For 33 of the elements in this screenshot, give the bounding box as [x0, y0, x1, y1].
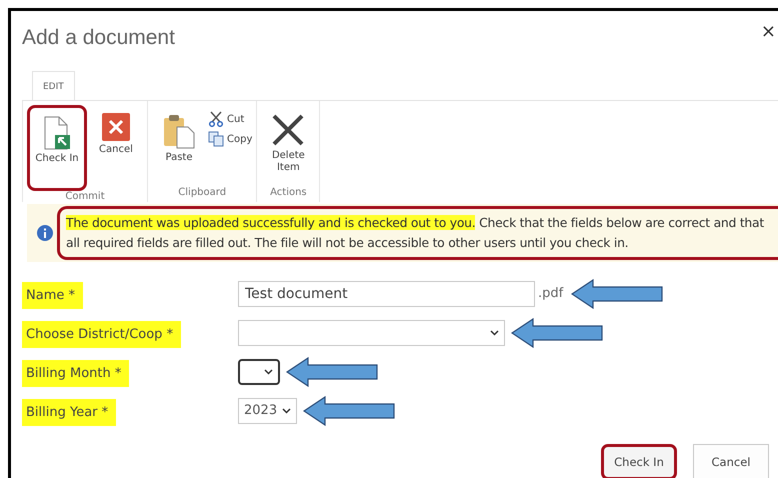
dropdown[interactable] [238, 358, 280, 384]
delete-button[interactable]: Delete Item [261, 105, 316, 178]
file-extension: .pdf [538, 286, 564, 301]
scissors-icon [208, 111, 224, 127]
delete-icon [271, 113, 306, 147]
cut-button[interactable]: Cut [208, 111, 252, 127]
group-label: Actions [270, 187, 307, 198]
dropdown[interactable]: 2023 [238, 398, 297, 424]
document-arrow-icon [42, 116, 72, 150]
name-field[interactable]: Test document [238, 280, 535, 306]
field-label: Billing Month * [22, 360, 130, 387]
chevron-down-icon [264, 368, 273, 374]
chevron-down-icon [490, 330, 499, 336]
info-icon [37, 225, 53, 241]
field-label: Billing Year * [22, 399, 116, 426]
close-button[interactable]: × [760, 20, 776, 42]
paste-button[interactable]: Paste [152, 105, 206, 168]
group-label: Commit [65, 191, 105, 202]
check-in-button[interactable]: Check In [27, 105, 87, 191]
info-message: The document was uploaded successfully and is checked out to you. Check that the fields below are correct and that all required fields are filled out. The file will not be accessible to other users until you check in. [57, 206, 778, 260]
cancel-button[interactable]: Cancel [693, 444, 769, 478]
chevron-down-icon [282, 408, 291, 414]
check-in-button[interactable]: Check In [601, 444, 677, 478]
cancel-icon [102, 113, 130, 141]
ribbon-tab[interactable]: EDIT [32, 71, 75, 100]
field-label: Name * [22, 282, 83, 309]
dialog-title: Add a document [22, 26, 175, 50]
group-label: Clipboard [178, 187, 226, 198]
clipboard-icon [163, 113, 195, 149]
field-label: Choose District/Coop * [22, 321, 182, 348]
copy-icon [208, 131, 224, 147]
copy-button[interactable]: Copy [208, 131, 252, 147]
cancel-button[interactable]: Cancel [89, 105, 143, 160]
